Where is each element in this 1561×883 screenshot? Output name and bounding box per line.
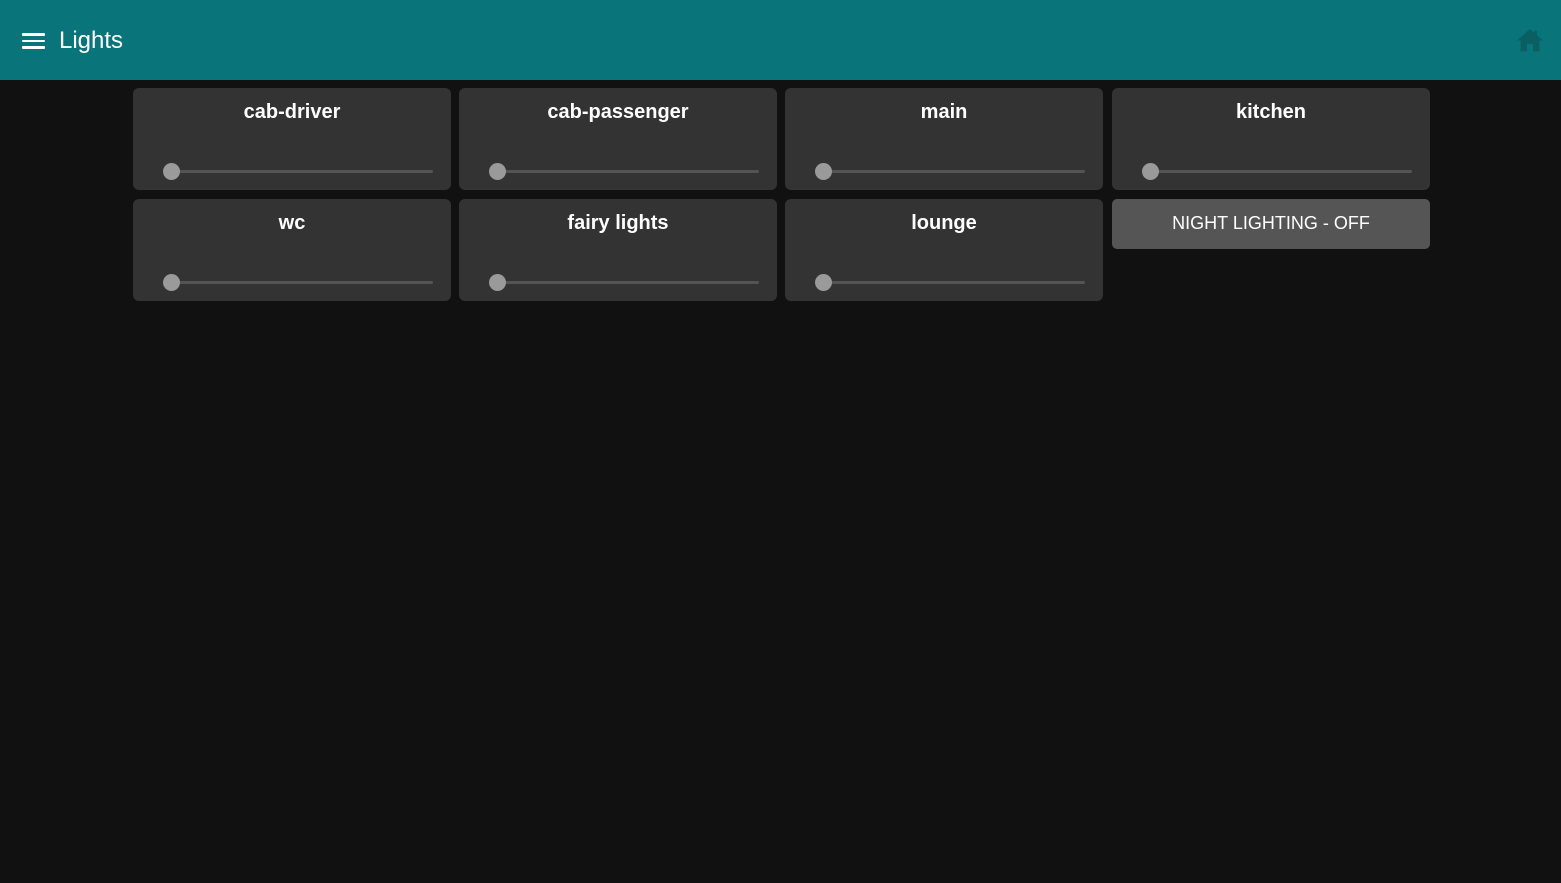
light-card-lounge: lounge: [785, 199, 1103, 301]
light-card-kitchen: kitchen: [1112, 88, 1430, 190]
slider-track: [171, 281, 433, 284]
slider-thumb[interactable]: [814, 163, 832, 180]
slider-thumb[interactable]: [162, 163, 180, 180]
slider-thumb[interactable]: [162, 274, 180, 291]
light-label: cab-driver: [243, 101, 341, 123]
slider-track: [823, 281, 1085, 284]
slider-track: [823, 170, 1085, 173]
light-label: wc: [278, 212, 306, 234]
slider-track: [497, 281, 759, 284]
dimmer-slider[interactable]: [488, 273, 759, 293]
slider-thumb[interactable]: [488, 163, 506, 180]
light-card-main: main: [785, 88, 1103, 190]
dimmer-slider[interactable]: [1141, 162, 1412, 182]
dimmer-slider[interactable]: [162, 273, 433, 293]
light-label: cab-passenger: [547, 101, 689, 123]
light-label: main: [920, 101, 968, 123]
dimmer-slider[interactable]: [488, 162, 759, 182]
light-label: fairy lights: [567, 212, 669, 234]
dimmer-slider[interactable]: [814, 162, 1085, 182]
light-label: kitchen: [1235, 101, 1307, 123]
slider-track: [497, 170, 759, 173]
dimmer-slider[interactable]: [814, 273, 1085, 293]
slider-track: [1150, 170, 1412, 173]
slider-thumb[interactable]: [488, 274, 506, 291]
lights-grid: cab-driver cab-passenger main kitchen wc…: [0, 0, 1561, 883]
light-card-cab-passenger: cab-passenger: [459, 88, 777, 190]
dimmer-slider[interactable]: [162, 162, 433, 182]
night-lighting-button[interactable]: NIGHT LIGHTING - OFF: [1112, 199, 1430, 249]
light-label: lounge: [911, 212, 977, 234]
slider-track: [171, 170, 433, 173]
light-card-fairy-lights: fairy lights: [459, 199, 777, 301]
light-card-wc: wc: [133, 199, 451, 301]
slider-thumb[interactable]: [814, 274, 832, 291]
light-card-cab-driver: cab-driver: [133, 88, 451, 190]
slider-thumb[interactable]: [1141, 163, 1159, 180]
